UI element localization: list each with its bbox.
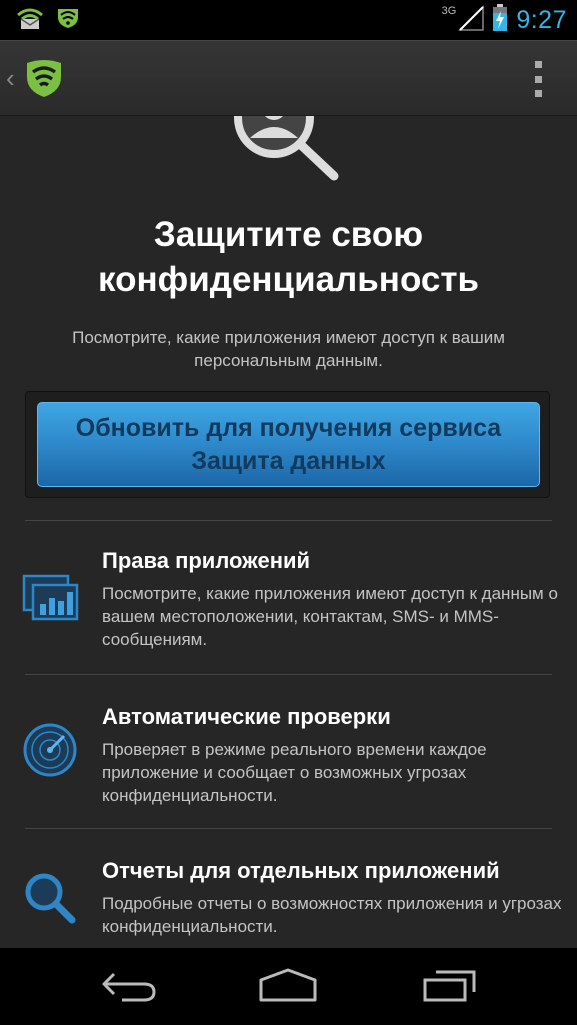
signal-icon [458, 4, 485, 36]
green-shield-wifi-icon[interactable] [24, 59, 64, 104]
divider [25, 520, 552, 521]
upgrade-button-line1: Обновить для получения сервиса [75, 413, 502, 442]
hero-subtitle-line1: Посмотрите, какие приложения имеют досту… [72, 328, 505, 347]
recent-apps-icon[interactable] [422, 966, 478, 1011]
back-icon[interactable] [100, 966, 158, 1011]
feature-auto-scans: Автоматические проверки Проверяет в режи… [0, 704, 577, 824]
network-type-label: 3G [441, 5, 457, 17]
feature-title: Права приложений [102, 548, 311, 573]
feature-app-reports: Отчеты для отдельных приложений Подробны… [0, 858, 577, 948]
divider [25, 674, 552, 675]
feature-description: Посмотрите, какие приложения имеют досту… [102, 584, 558, 649]
feature-description: Проверяет в режиме реального времени каж… [102, 740, 487, 805]
feature-app-permissions: Права приложений Посмотрите, какие прило… [0, 548, 577, 668]
hero-subtitle-line2: персональным данным. [194, 351, 383, 370]
wifi-shield-icon [56, 7, 80, 34]
radar-icon [22, 722, 78, 783]
privacy-content[interactable]: Защитите свою конфиденциальность Посмотр… [0, 116, 577, 948]
navigation-bar [0, 948, 577, 1025]
magnifier-person-icon [232, 116, 344, 191]
action-bar: ‹ [0, 40, 577, 116]
feature-description: Подробные отчеты о возможностях приложен… [102, 894, 562, 936]
overflow-menu-icon[interactable] [533, 61, 543, 97]
charts-icon [22, 574, 80, 627]
upgrade-button-line2: Защита данных [191, 446, 386, 475]
upgrade-button[interactable]: Обновить для получения сервиса Защита да… [37, 402, 540, 487]
upgrade-frame: Обновить для получения сервиса Защита да… [25, 391, 550, 498]
up-caret-icon[interactable]: ‹ [6, 65, 15, 91]
home-icon[interactable] [258, 966, 318, 1011]
hero-subtitle: Посмотрите, какие приложения имеют досту… [20, 326, 557, 372]
feature-title: Автоматические проверки [102, 704, 391, 729]
divider [25, 828, 552, 829]
feature-title: Отчеты для отдельных приложений [102, 858, 500, 883]
hero-title-line1: Защитите свою [153, 215, 424, 254]
status-bar: 3G 9:27 [0, 0, 577, 40]
envelope-wifi-icon [16, 7, 44, 34]
hero-title-line2: конфиденциальность [98, 260, 479, 299]
status-clock: 9:27 [516, 5, 567, 34]
battery-charging-icon [492, 3, 508, 37]
hero-title: Защитите свою конфиденциальность [0, 212, 577, 302]
search-icon [22, 870, 78, 931]
